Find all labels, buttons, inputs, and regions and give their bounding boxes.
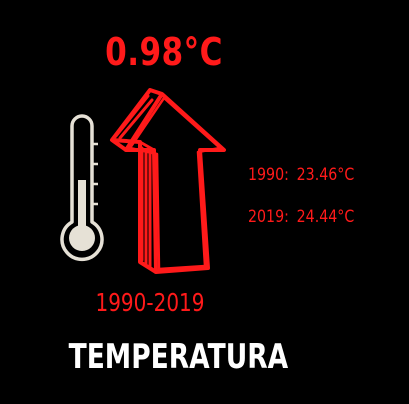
- stat-row-2019: 2019: 24.44°C: [248, 206, 377, 228]
- temperature-change-value: 0.98°C: [105, 30, 223, 74]
- stat-row-1990: 1990: 23.46°C: [248, 164, 377, 186]
- temperature-stats: 1990: 23.46°C 2019: 24.44°C: [248, 164, 398, 228]
- thermometer-icon: [60, 114, 104, 261]
- period-label: 1990-2019: [95, 288, 205, 317]
- card-title: TEMPERATURA: [68, 337, 289, 377]
- stat-year: 1990:: [248, 165, 289, 184]
- stat-year: 2019:: [248, 207, 289, 226]
- stat-value: 24.44°C: [296, 207, 355, 226]
- stat-value: 23.46°C: [296, 165, 355, 184]
- temperature-card: 0.98°C 1990: 23.46°C 2019: 24.44°C 1990-20…: [0, 0, 409, 404]
- up-arrow-icon: [110, 88, 226, 274]
